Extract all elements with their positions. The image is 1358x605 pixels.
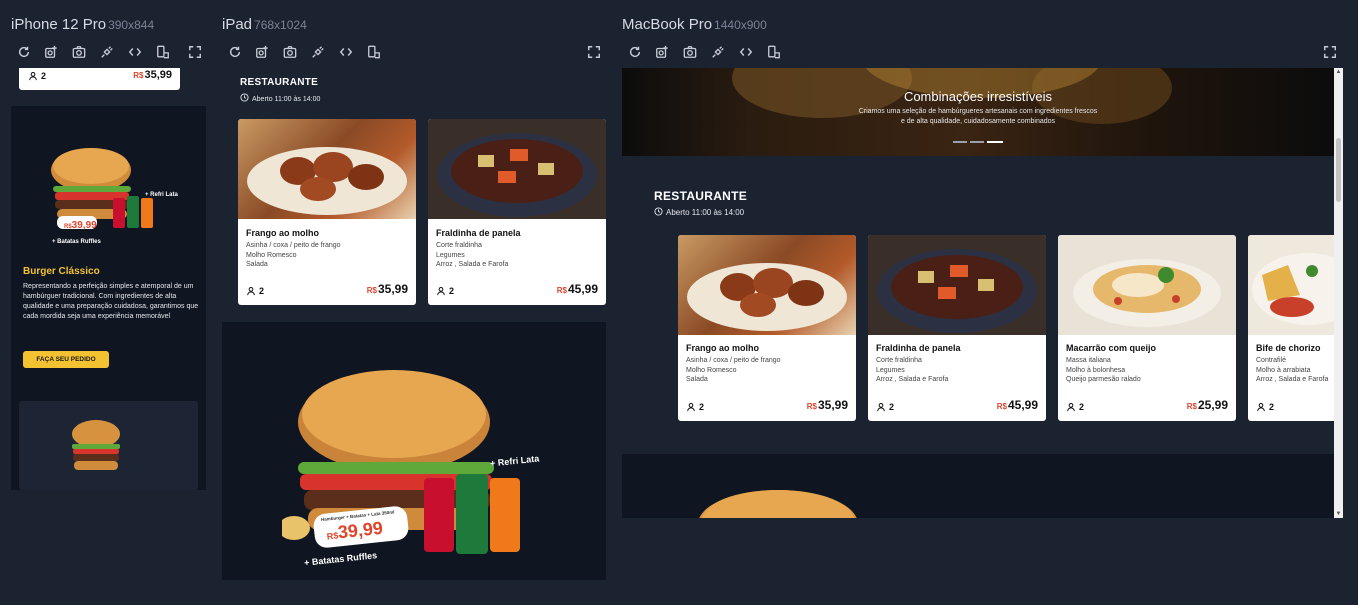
dish-image xyxy=(238,119,416,219)
dish-name: Bife de chorizo xyxy=(1256,343,1321,353)
promo-extra-fries: + Batatas Ruffles xyxy=(52,239,101,245)
dish-name: Macarrão com queijo xyxy=(1066,343,1157,353)
carousel-dot-active[interactable] xyxy=(987,141,1003,143)
serves-count: 2 xyxy=(1256,402,1274,412)
device-name: iPhone 12 Pro xyxy=(11,16,107,33)
rotate-device-icon[interactable] xyxy=(765,43,783,61)
dish-price: R$35,99 xyxy=(806,398,848,412)
scroll-down-arrow-icon[interactable]: ▼ xyxy=(1334,510,1343,518)
device-dims: 1440x900 xyxy=(714,18,767,32)
carousel-dot[interactable] xyxy=(970,141,984,143)
dish-description: Corte fraldinha Legumes Arroz , Salada e F… xyxy=(876,357,949,383)
camera-icon[interactable] xyxy=(281,43,299,61)
device-dims: 768x1024 xyxy=(254,18,307,32)
refresh-icon[interactable] xyxy=(626,43,644,61)
burger-image xyxy=(70,418,122,474)
dish-description: Corte fraldinha Legumes Arroz , Salada e F… xyxy=(436,242,509,268)
device-name: iPad xyxy=(222,16,253,33)
promo-text: Representando a perfeição simples e atem… xyxy=(23,283,199,320)
dish-description: Massa italiana Molho à bolonhesa Queijo pa… xyxy=(1066,357,1141,383)
refresh-icon[interactable] xyxy=(226,43,244,61)
dish-description: Asinha / coxa / peito de frango Molho Rom… xyxy=(246,242,341,268)
promo-extra-drink: + Refri Lata xyxy=(145,192,178,198)
section-title: RESTAURANTE xyxy=(240,77,319,88)
dish-price: R$25,99 xyxy=(1186,398,1228,412)
serves-count: 2 xyxy=(436,286,454,296)
dish-price: R$45,99 xyxy=(556,282,598,296)
promo-title: Burger Clássico xyxy=(23,266,100,277)
fullscreen-icon[interactable] xyxy=(1321,43,1339,61)
dish-name: Fraldinha de panela xyxy=(436,228,521,238)
serves-count: 2 xyxy=(28,71,46,81)
order-button[interactable]: FAÇA SEU PEDIDO xyxy=(23,351,109,368)
vertical-scrollbar[interactable]: ▲ ▼ xyxy=(1334,68,1343,518)
section-title: RESTAURANTE xyxy=(654,189,748,203)
serves-count: 2 xyxy=(246,286,264,296)
iphone-viewport[interactable]: 2 R$35,99 R$39,99 + Refri Lata + Batatas… xyxy=(11,68,206,490)
code-icon[interactable] xyxy=(126,43,144,61)
carousel-dot[interactable] xyxy=(953,141,967,143)
dish-image xyxy=(678,235,856,335)
code-icon[interactable] xyxy=(737,43,755,61)
dish-image xyxy=(1058,235,1236,335)
device-title-iphone: iPhone 12 Pro 390x844 xyxy=(11,16,154,33)
dish-card[interactable]: Macarrão com queijo Massa italiana Molho … xyxy=(1058,235,1236,421)
plug-icon[interactable] xyxy=(98,43,116,61)
device-dims: 390x844 xyxy=(108,18,155,32)
refresh-icon[interactable] xyxy=(15,43,33,61)
macbook-viewport[interactable]: Combinações irresistíveis Criamos uma se… xyxy=(622,68,1343,518)
carousel-subtitle-2: e de alta qualidade, cuidadosamente comb… xyxy=(900,118,1056,125)
screenshot-edit-icon[interactable] xyxy=(42,43,60,61)
dish-card[interactable]: Frango ao molho Asinha / coxa / peito de… xyxy=(238,119,416,305)
dish-image xyxy=(428,119,606,219)
serves-count: 2 xyxy=(686,402,704,412)
dish-name: Frango ao molho xyxy=(246,228,319,238)
opening-hours: Aberto 11:00 às 14:00 xyxy=(654,207,744,217)
fullscreen-icon[interactable] xyxy=(585,43,603,61)
scrollbar-thumb[interactable] xyxy=(1336,138,1341,202)
serves-count: 2 xyxy=(876,402,894,412)
burger-image xyxy=(699,490,857,518)
plug-icon[interactable] xyxy=(309,43,327,61)
opening-hours: Aberto 11:00 às 14:00 xyxy=(240,93,320,103)
dish-card[interactable]: Fraldinha de panela Corte fraldinha Legum… xyxy=(868,235,1046,421)
serves-count: 2 xyxy=(1066,402,1084,412)
scroll-up-arrow-icon[interactable]: ▲ xyxy=(1334,68,1343,76)
dish-card[interactable]: Bife de chorizo Contrafilé Molho à arrabi… xyxy=(1248,235,1343,421)
hero-carousel[interactable]: Combinações irresistíveis Criamos uma se… xyxy=(622,68,1334,156)
rotate-device-icon[interactable] xyxy=(365,43,383,61)
dish-name: Fraldinha de panela xyxy=(876,343,961,353)
ipad-viewport[interactable]: RESTAURANTE Aberto 11:00 às 14:00 Frango… xyxy=(222,68,606,580)
device-title-macbook: MacBook Pro 1440x900 xyxy=(622,16,767,33)
screenshot-edit-icon[interactable] xyxy=(653,43,671,61)
screenshot-edit-icon[interactable] xyxy=(253,43,271,61)
rotate-device-icon[interactable] xyxy=(154,43,172,61)
device-title-ipad: iPad 768x1024 xyxy=(222,16,307,33)
dish-card[interactable]: Fraldinha de panela Corte fraldinha Legum… xyxy=(428,119,606,305)
camera-icon[interactable] xyxy=(70,43,88,61)
fullscreen-icon[interactable] xyxy=(186,43,204,61)
plug-icon[interactable] xyxy=(709,43,727,61)
dish-price: R$45,99 xyxy=(996,398,1038,412)
dish-description: Asinha / coxa / peito de frango Molho Rom… xyxy=(686,357,781,383)
camera-icon[interactable] xyxy=(681,43,699,61)
dish-price: R$35,99 xyxy=(133,69,172,81)
dish-image xyxy=(1248,235,1343,335)
promo-badge-price: R$39,99 xyxy=(64,220,97,231)
promo-section: Hamburger + Batatas + Lata 350ml R$39,99… xyxy=(222,322,606,580)
dish-description: Contrafilé Molho à arrabiata Arroz , Salad… xyxy=(1256,357,1329,383)
carousel-subtitle-1: Criamos uma seleção de hambúrgueres arte… xyxy=(858,108,1098,115)
dish-name: Frango ao molho xyxy=(686,343,759,353)
dish-card[interactable]: 2 R$35,99 xyxy=(19,68,180,90)
carousel-title: Combinações irresistíveis xyxy=(903,89,1053,104)
burger-card[interactable] xyxy=(19,401,198,490)
device-name: MacBook Pro xyxy=(622,16,713,33)
dish-card[interactable]: Frango ao molho Asinha / coxa / peito de… xyxy=(678,235,856,421)
dish-price: R$35,99 xyxy=(366,282,408,296)
code-icon[interactable] xyxy=(337,43,355,61)
promo-section xyxy=(622,454,1334,518)
badge-price: R$39,99 xyxy=(326,517,384,543)
dish-image xyxy=(868,235,1046,335)
